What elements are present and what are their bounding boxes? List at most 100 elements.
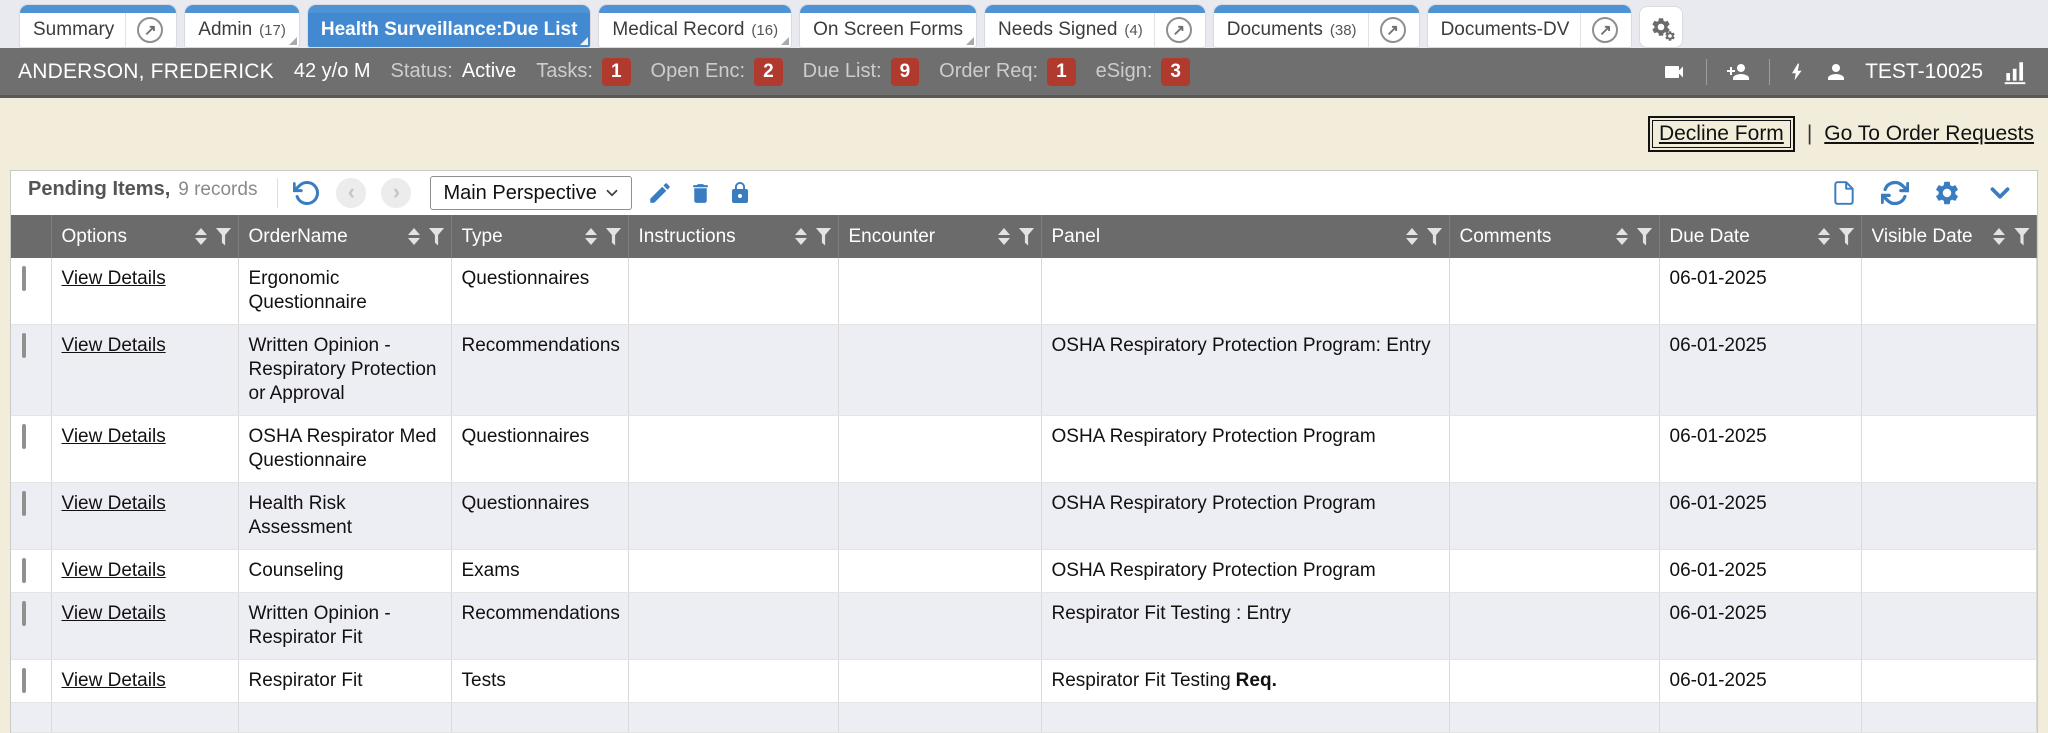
cell-due-date: 06-01-2025 — [1659, 416, 1861, 483]
sort-icon[interactable] — [1993, 228, 2005, 245]
next-page-button[interactable]: › — [381, 178, 411, 208]
tab-on-screen-forms[interactable]: On Screen Forms — [800, 5, 976, 47]
person-icon[interactable] — [1824, 60, 1848, 84]
external-link-icon[interactable]: ↗ — [125, 13, 163, 47]
view-details-link[interactable]: View Details — [62, 670, 166, 691]
select-all-header — [11, 215, 51, 258]
tab-menu-fold-icon[interactable] — [289, 37, 297, 45]
view-details-link[interactable]: View Details — [62, 335, 166, 356]
collapse-chevron-icon[interactable] — [1985, 180, 2015, 206]
filter-icon[interactable] — [816, 228, 832, 246]
previous-page-button[interactable]: ‹ — [336, 178, 366, 208]
cell-order-name: OSHA Respirator Med Questionnaire — [238, 416, 451, 483]
decline-form-button[interactable]: Decline Form — [1648, 116, 1795, 152]
new-document-icon[interactable] — [1831, 179, 1857, 207]
tab-admin[interactable]: Admin (17) — [185, 5, 299, 47]
tab-label: Health Surveillance:Due List — [321, 19, 578, 41]
row-checkbox[interactable] — [22, 491, 26, 516]
tasks-label: Tasks: — [536, 60, 593, 83]
cell-panel — [1041, 258, 1449, 325]
external-link-icon[interactable]: ↗ — [1580, 13, 1618, 47]
view-details-link[interactable]: View Details — [62, 426, 166, 447]
cell-visible-date — [1861, 593, 2037, 660]
tab-label: Documents-DV — [1441, 19, 1570, 41]
row-checkbox[interactable] — [22, 668, 26, 693]
delete-perspective-icon[interactable] — [688, 181, 713, 206]
sort-icon[interactable] — [998, 228, 1010, 245]
row-checkbox[interactable] — [22, 424, 26, 449]
sort-icon[interactable] — [1406, 228, 1418, 245]
row-checkbox[interactable] — [22, 266, 26, 291]
order-req-badge[interactable]: 1 — [1047, 58, 1076, 86]
undo-icon[interactable] — [293, 179, 321, 207]
sort-icon[interactable] — [408, 228, 420, 245]
sort-icon[interactable] — [1818, 228, 1830, 245]
video-camera-icon[interactable] — [1659, 60, 1689, 84]
lock-icon[interactable] — [728, 181, 752, 205]
arrow-glyph: ↗ — [1386, 21, 1399, 39]
tab-health-surveillance-due-list[interactable]: Health Surveillance:Due List — [308, 5, 591, 47]
open-enc-badge[interactable]: 2 — [754, 58, 783, 86]
external-link-icon[interactable]: ↗ — [1154, 13, 1192, 47]
column-label: Instructions — [639, 226, 791, 248]
sort-icon[interactable] — [195, 228, 207, 245]
esign-badge[interactable]: 3 — [1161, 58, 1190, 86]
row-checkbox[interactable] — [22, 333, 26, 358]
view-details-link[interactable]: View Details — [62, 268, 166, 289]
cell-panel: OSHA Respiratory Protection Program — [1041, 550, 1449, 593]
tab-accent-strip — [1428, 5, 1632, 13]
filter-icon[interactable] — [1637, 228, 1653, 246]
cell-encounter — [838, 416, 1041, 483]
tab-accent-strip — [308, 5, 591, 13]
tab-accent-strip — [20, 5, 176, 13]
cell-due-date: 06-01-2025 — [1659, 325, 1861, 416]
tab-label: Admin — [198, 19, 252, 41]
tab-menu-fold-icon[interactable] — [781, 37, 789, 45]
cell-visible-date — [1861, 550, 2037, 593]
cell-comments — [1449, 258, 1659, 325]
refresh-icon[interactable] — [1881, 179, 1909, 207]
lightning-icon[interactable] — [1787, 59, 1807, 85]
filter-icon[interactable] — [1839, 228, 1855, 246]
view-details-link[interactable]: View Details — [62, 603, 166, 624]
filter-icon[interactable] — [2014, 228, 2030, 246]
tab-menu-fold-icon[interactable] — [580, 37, 588, 45]
table-row: View Details Written Opinion - Respirato… — [11, 325, 2037, 416]
filter-icon[interactable] — [606, 228, 622, 246]
sort-icon[interactable] — [1616, 228, 1628, 245]
tab-summary[interactable]: Summary ↗ — [20, 5, 176, 47]
tab-menu-fold-icon[interactable] — [966, 37, 974, 45]
col-encounter: Encounter — [838, 215, 1041, 258]
filter-icon[interactable] — [429, 228, 445, 246]
due-list-badge[interactable]: 9 — [891, 58, 920, 86]
row-checkbox[interactable] — [22, 558, 26, 583]
tab-medical-record[interactable]: Medical Record (16) — [599, 5, 791, 47]
tab-settings-button[interactable] — [1640, 7, 1682, 47]
tab-documents[interactable]: Documents (38) ↗ — [1214, 5, 1419, 47]
bar-chart-icon[interactable] — [2000, 59, 2030, 85]
tasks-badge[interactable]: 1 — [602, 58, 631, 86]
external-link-icon[interactable]: ↗ — [1368, 13, 1406, 47]
cell-due-date: 06-01-2025 — [1659, 258, 1861, 325]
view-details-link[interactable]: View Details — [62, 493, 166, 514]
sort-icon[interactable] — [585, 228, 597, 245]
edit-perspective-icon[interactable] — [647, 180, 673, 206]
go-to-order-requests-link[interactable]: Go To Order Requests — [1824, 122, 2034, 146]
grid-settings-gear-icon[interactable] — [1933, 179, 1961, 207]
view-details-link[interactable]: View Details — [62, 560, 166, 581]
grid-record-count: 9 records — [178, 179, 257, 201]
sort-icon[interactable] — [795, 228, 807, 245]
tab-needs-signed[interactable]: Needs Signed (4) ↗ — [985, 5, 1205, 47]
perspective-select[interactable]: Main Perspective — [430, 176, 632, 210]
cell-comments — [1449, 550, 1659, 593]
row-checkbox[interactable] — [22, 601, 26, 626]
filter-icon[interactable] — [1427, 228, 1443, 246]
filter-icon[interactable] — [216, 228, 232, 246]
cell-order-name: Counseling — [238, 550, 451, 593]
person-add-icon[interactable] — [1724, 60, 1752, 84]
cell-comments — [1449, 593, 1659, 660]
tab-accent-strip — [599, 5, 791, 13]
filter-icon[interactable] — [1019, 228, 1035, 246]
cell-instructions — [628, 325, 838, 416]
tab-documents-dv[interactable]: Documents-DV ↗ — [1428, 5, 1632, 47]
